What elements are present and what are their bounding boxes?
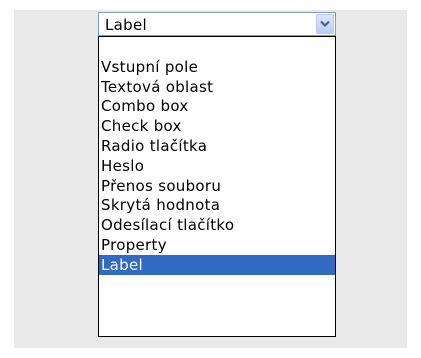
select-current-value: Label <box>105 16 147 34</box>
list-item-submit-button[interactable]: Odesílací tlačítko <box>99 215 335 235</box>
option-list: Vstupní pole Textová oblast Combo box Ch… <box>99 37 335 275</box>
list-item-password[interactable]: Heslo <box>99 156 335 176</box>
list-item-empty[interactable] <box>99 37 335 57</box>
dropdown-button[interactable] <box>316 14 334 34</box>
dropdown-list[interactable]: Vstupní pole Textová oblast Combo box Ch… <box>98 36 336 337</box>
list-item-input-field[interactable]: Vstupní pole <box>99 57 335 77</box>
chevron-down-icon <box>320 20 330 28</box>
list-item-text-area[interactable]: Textová oblast <box>99 77 335 97</box>
list-item-radio-buttons[interactable]: Radio tlačítka <box>99 136 335 156</box>
list-item-file-upload[interactable]: Přenos souboru <box>99 176 335 196</box>
list-item-label[interactable]: Label <box>99 254 335 275</box>
field-type-select[interactable]: Label <box>98 12 336 36</box>
list-item-property[interactable]: Property <box>99 235 335 255</box>
list-item-combo-box[interactable]: Combo box <box>99 96 335 116</box>
list-item-check-box[interactable]: Check box <box>99 116 335 136</box>
list-item-hidden-value[interactable]: Skrytá hodnota <box>99 195 335 215</box>
